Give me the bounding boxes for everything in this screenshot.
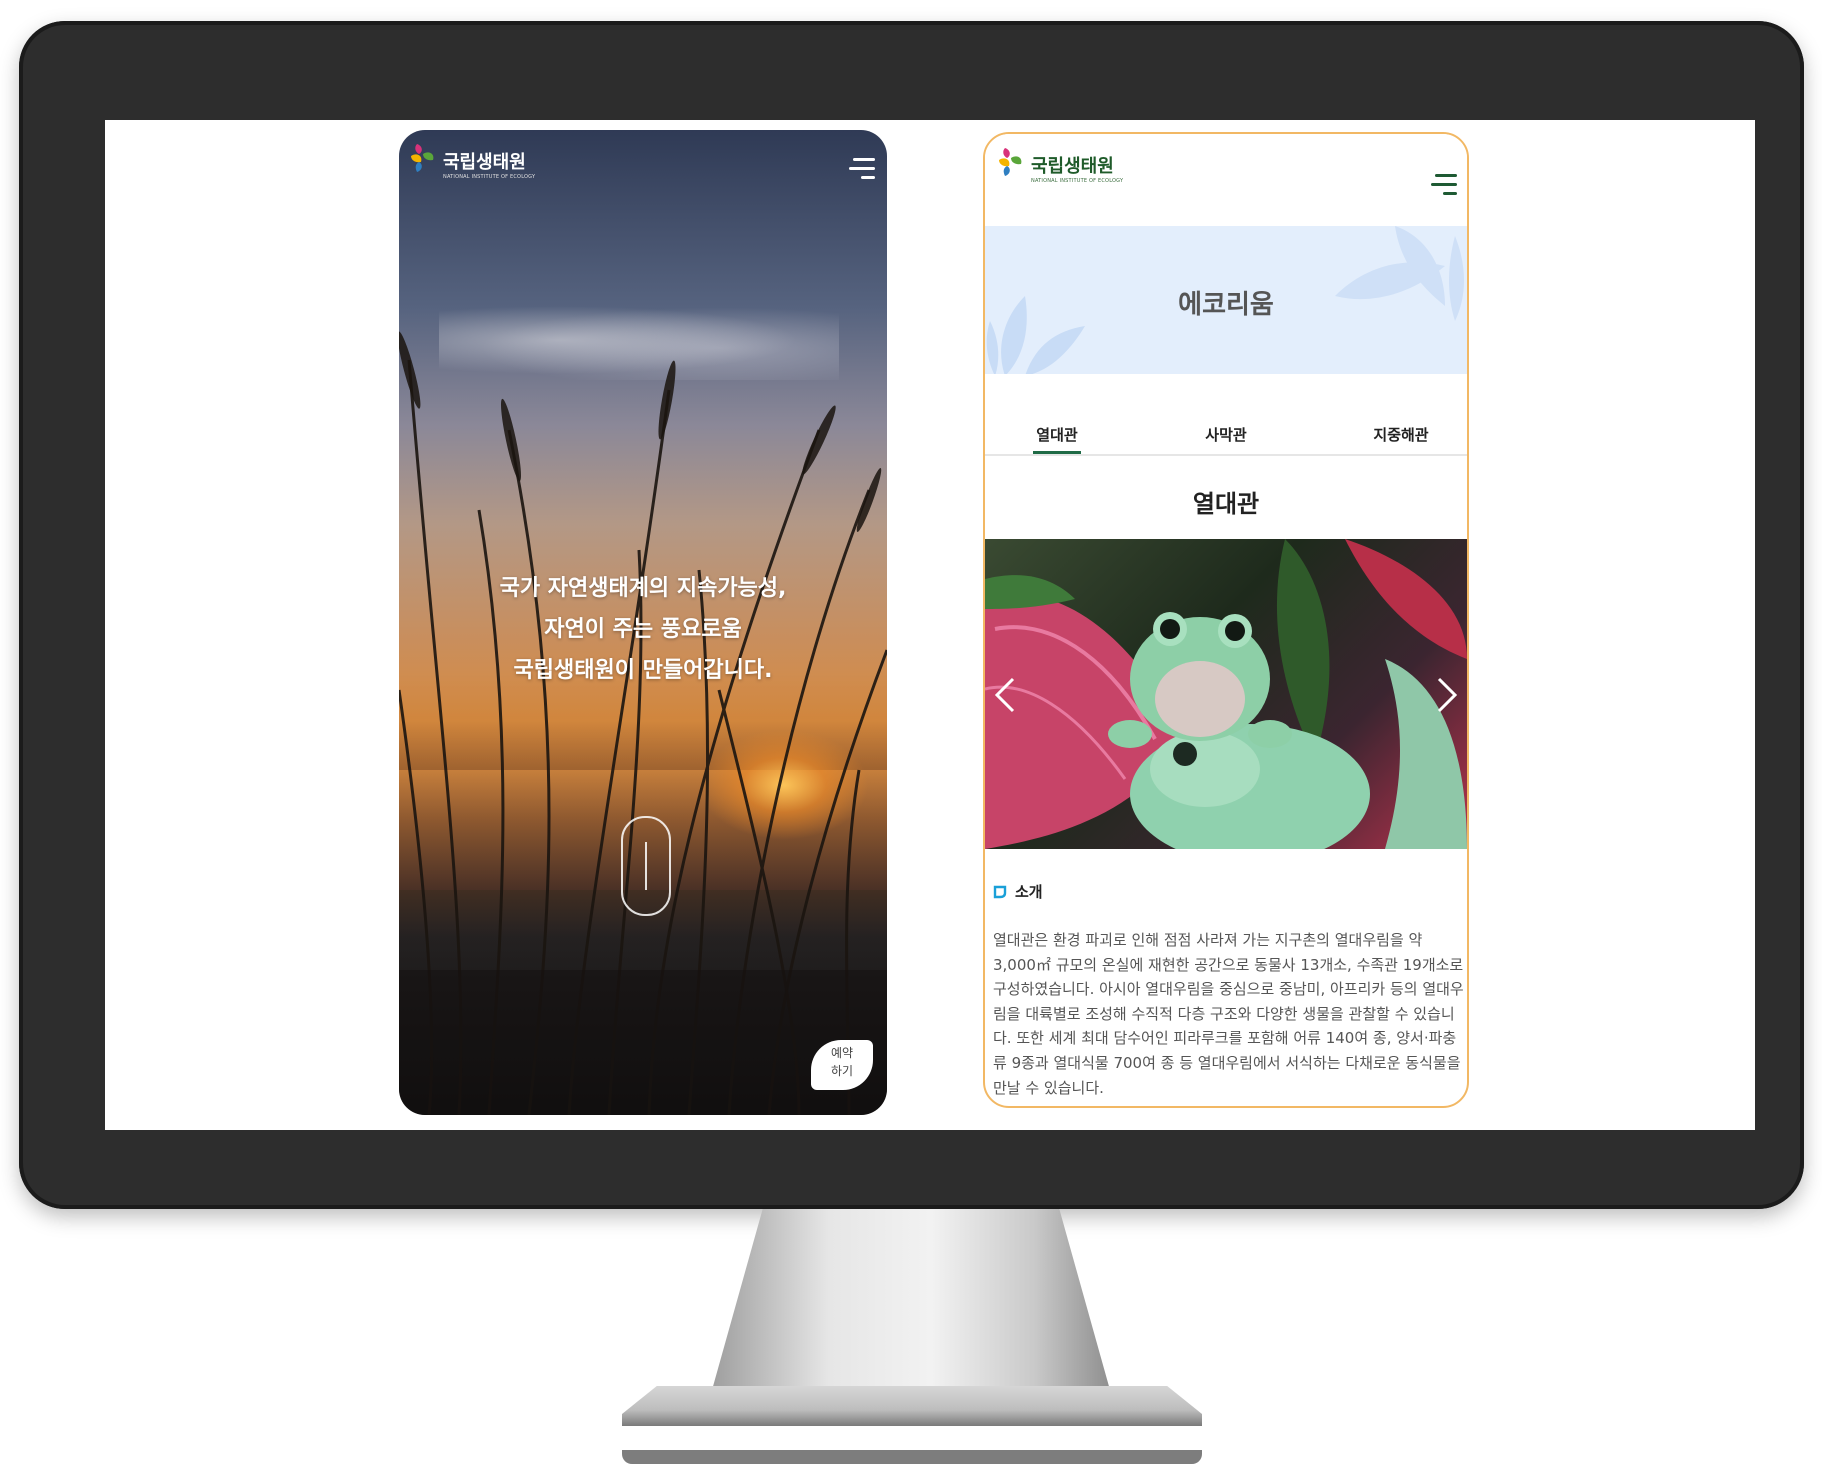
hamburger-menu-icon[interactable] xyxy=(847,158,875,184)
monitor-stand-foot xyxy=(622,1450,1202,1464)
hall-image-carousel[interactable] xyxy=(985,539,1467,849)
monitor-stand-base xyxy=(622,1386,1202,1426)
banner-title: 에코리움 xyxy=(1178,290,1274,320)
intro-description: 열대관은 환경 파괴로 인해 점점 사라져 가는 지구촌의 열대우림을 약 3,… xyxy=(993,931,1464,1097)
header: 국립생태원 NATIONAL INSTITUTE OF ECOLOGY xyxy=(985,134,1467,226)
phone-mockup-ecorium: 국립생태원 NATIONAL INSTITUTE OF ECOLOGY 에코리움… xyxy=(983,132,1469,1108)
logo-english-text: NATIONAL INSTITUTE OF ECOLOGY xyxy=(443,174,536,180)
hero-line: 국가 자연생태계의 지속가능성, xyxy=(499,576,787,601)
logo-english-text: NATIONAL INSTITUTE OF ECOLOGY xyxy=(1031,178,1124,184)
hamburger-menu-icon[interactable] xyxy=(1429,174,1457,200)
hero-line: 국립생태원이 만들어갑니다. xyxy=(513,658,773,683)
tab-mediterranean[interactable]: 지중해관 xyxy=(1341,424,1461,445)
tab-label: 열대관 xyxy=(1036,426,1078,444)
leaf-logo-icon xyxy=(411,144,434,172)
carousel-prev-icon[interactable] xyxy=(991,675,1021,715)
reservation-label-line2: 하기 xyxy=(830,1064,854,1078)
tab-desert[interactable]: 사막관 xyxy=(1166,424,1286,445)
monitor-frame: 국립생태원 NATIONAL INSTITUTE OF ECOLOGY 국가 자… xyxy=(19,21,1804,1209)
tab-label: 사막관 xyxy=(1205,426,1247,444)
monitor-screen: 국립생태원 NATIONAL INSTITUTE OF ECOLOGY 국가 자… xyxy=(105,120,1755,1130)
site-logo[interactable]: 국립생태원 NATIONAL INSTITUTE OF ECOLOGY xyxy=(409,142,535,180)
logo-korean-text: 국립생태원 xyxy=(1031,156,1114,177)
tab-tropical[interactable]: 열대관 xyxy=(997,424,1117,454)
bullet-leaf-icon xyxy=(993,885,1007,898)
hero-line: 자연이 주는 풍요로움 xyxy=(544,617,742,642)
hero-tagline: 국가 자연생태계의 지속가능성, 자연이 주는 풍요로움 국립생태원이 만들어갑… xyxy=(399,568,887,691)
page-banner: 에코리움 xyxy=(985,226,1467,374)
reservation-label-line1: 예약 xyxy=(830,1046,854,1060)
phone-mockup-home: 국립생태원 NATIONAL INSTITUTE OF ECOLOGY 국가 자… xyxy=(399,130,887,1115)
hall-tabs: 열대관 사막관 지중해관 xyxy=(985,414,1467,456)
scroll-down-indicator[interactable] xyxy=(621,816,671,916)
site-logo[interactable]: 국립생태원 NATIONAL INSTITUTE OF ECOLOGY xyxy=(997,146,1123,184)
leaf-logo-icon xyxy=(999,148,1022,176)
section-title: 열대관 xyxy=(1192,490,1260,518)
monitor-stand-neck xyxy=(705,1209,1117,1415)
tab-label: 지중해관 xyxy=(1373,426,1429,444)
frog-photo xyxy=(985,539,1467,849)
intro-heading: 소개 xyxy=(993,881,1043,902)
intro-label: 소개 xyxy=(1015,883,1043,901)
logo-korean-text: 국립생태원 xyxy=(443,152,526,173)
carousel-next-icon[interactable] xyxy=(1431,675,1461,715)
